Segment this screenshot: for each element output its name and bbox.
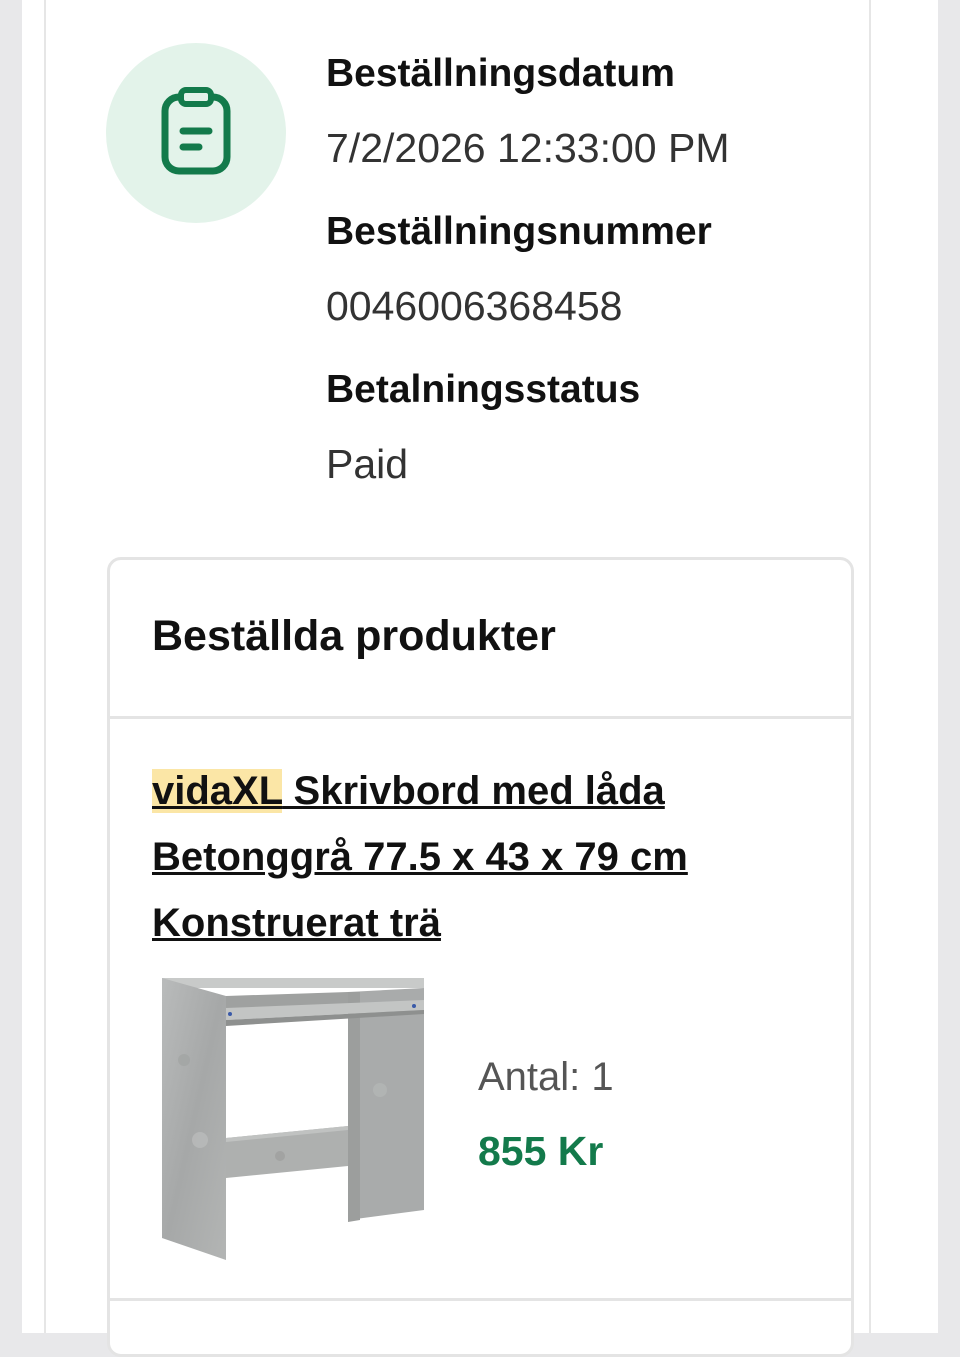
- payment-status-label: Betalningsstatus: [326, 368, 641, 411]
- product-quantity: Antal: 1: [478, 1055, 614, 1099]
- order-number-label: Beställningsnummer: [326, 210, 712, 253]
- product-brand: vidaXL: [152, 769, 283, 813]
- product-price: 855 Kr: [478, 1128, 604, 1174]
- order-number-value: 0046006368458: [326, 283, 623, 329]
- product-link[interactable]: vidaXL Skrivbord med låda Betonggrå 77.5…: [152, 769, 688, 945]
- product-row-divider: [110, 1298, 851, 1301]
- ordered-products-title: Beställda produkter: [152, 612, 556, 660]
- ordered-products-panel: Beställda produkter vidaXL Skrivbord med…: [107, 557, 854, 1357]
- product-title: vidaXL Skrivbord med låda Betonggrå 77.5…: [152, 758, 792, 956]
- payment-status-value: Paid: [326, 441, 409, 487]
- clipboard-icon: [161, 86, 231, 180]
- ordered-products-header: Beställda produkter: [110, 560, 851, 719]
- concrete-grey-desk-image[interactable]: [160, 970, 436, 1260]
- order-date-label: Beställningsdatum: [326, 52, 675, 95]
- order-date-value: 7/2/2026 12:33:00 PM: [326, 125, 730, 171]
- order-icon-badge: [106, 43, 286, 223]
